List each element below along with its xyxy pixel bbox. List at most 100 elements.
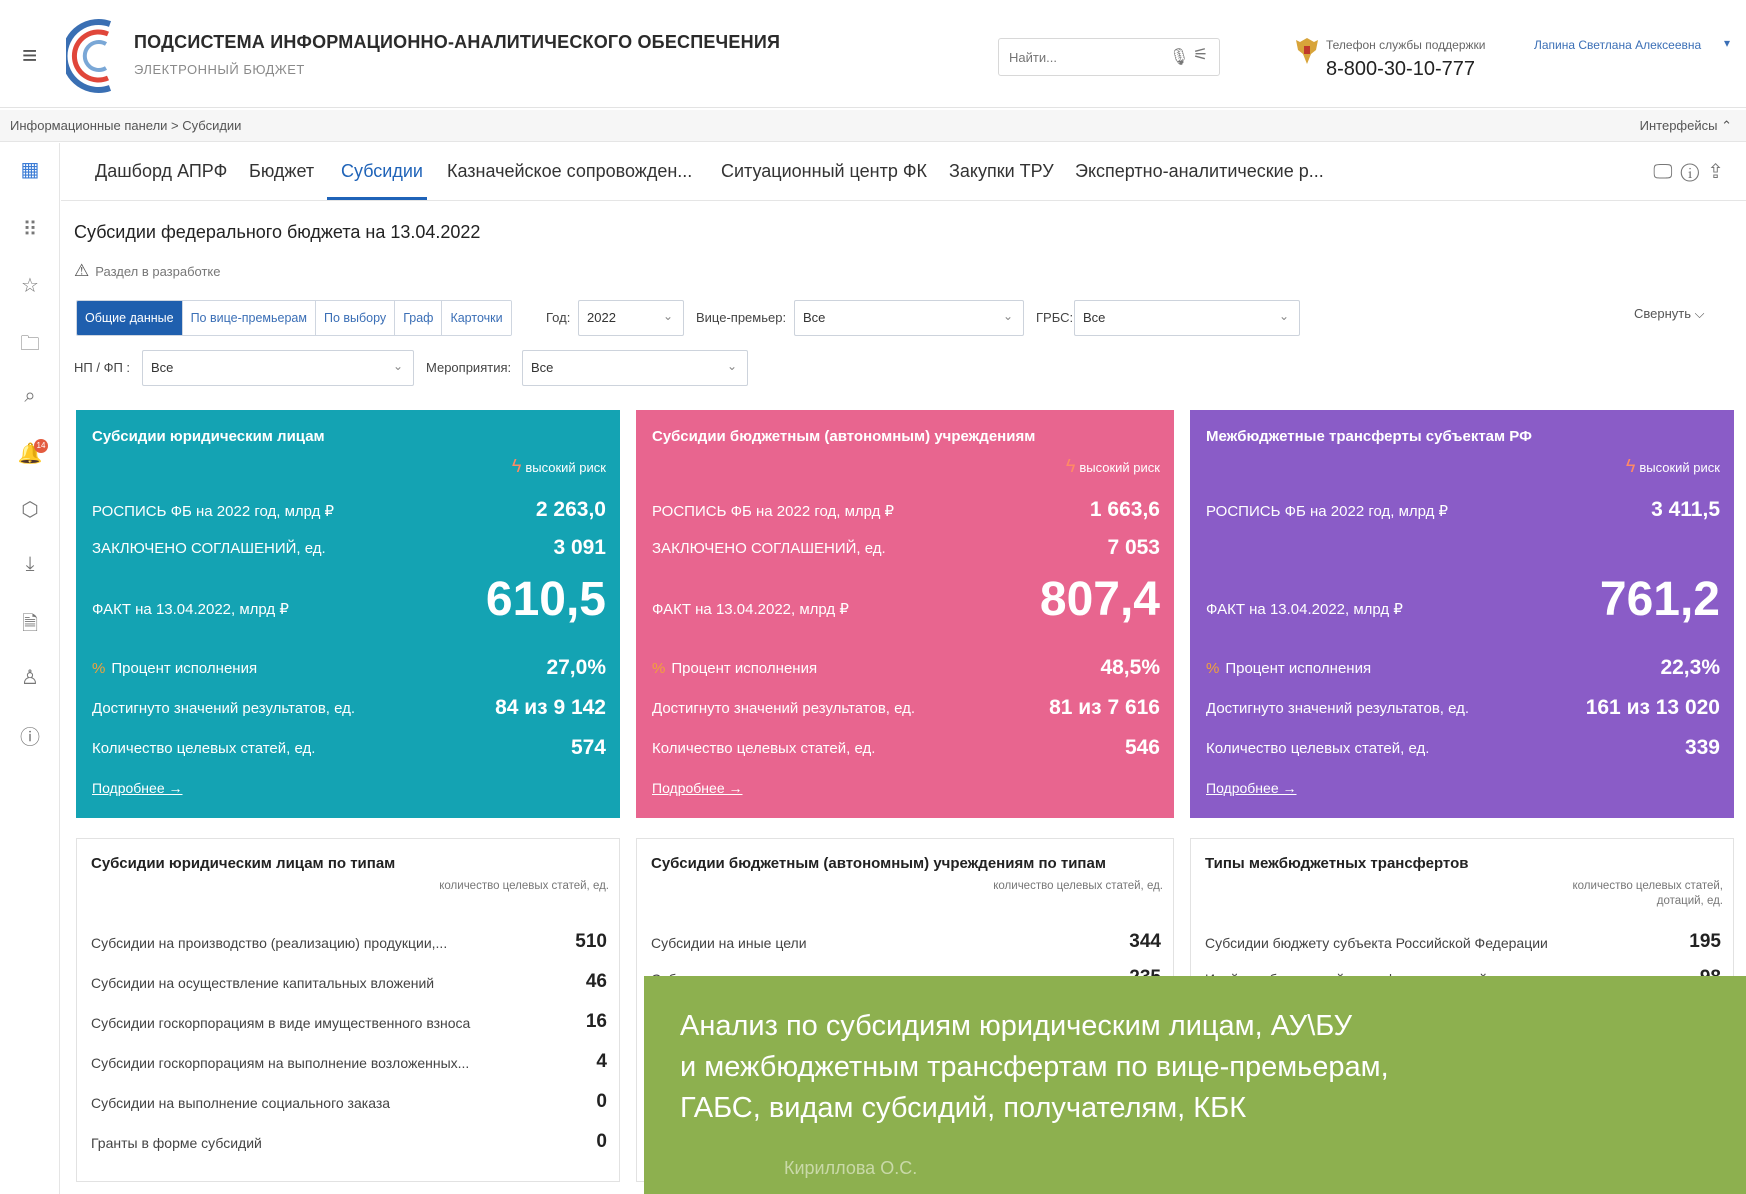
- view-cards[interactable]: Карточки: [442, 301, 511, 335]
- coat-of-arms-icon: [1296, 38, 1318, 64]
- interfaces-toggle[interactable]: Интерфейсы ⌃: [1640, 118, 1732, 134]
- list-item-label: Субсидии на осуществление капитальных вл…: [91, 975, 435, 991]
- search-icon[interactable]: ⌕: [0, 385, 60, 408]
- logo: [66, 19, 112, 93]
- percent-label: Процент исполнения: [671, 660, 818, 677]
- dashboard-icon[interactable]: ▦: [0, 157, 60, 182]
- percent-value: 48,5%: [1100, 656, 1160, 679]
- folder-icon[interactable]: 🗀: [0, 329, 60, 363]
- chevron-down-icon: ⌄: [392, 359, 403, 373]
- tab-procurement[interactable]: Закупки ТРУ: [949, 161, 1054, 182]
- risk-badge: ϟ высокий риск: [1066, 456, 1160, 477]
- np-fp-label: НП / ФП :: [74, 360, 131, 375]
- list-item-value: 0: [596, 1091, 607, 1112]
- list-item-value: 16: [585, 1011, 607, 1032]
- fact-value: 761,2: [1599, 573, 1720, 626]
- chevron-circle-icon: ⌵: [1694, 306, 1705, 321]
- vice-premier-value: Все: [803, 310, 826, 325]
- info-icon[interactable]: ⓘ: [0, 721, 60, 750]
- view-by-vice-premier[interactable]: По вице-премьерам: [182, 301, 316, 335]
- chevron-down-icon[interactable]: ▾: [1724, 36, 1730, 50]
- articles-label: Количество целевых статей, ед.: [1206, 740, 1430, 757]
- plan-label: РОСПИСЬ ФБ на 2022 год, млрд ₽: [1206, 503, 1449, 520]
- percent-row: % Процент исполнения: [652, 660, 817, 677]
- articles-value: 546: [1124, 736, 1160, 759]
- grbs-value: Все: [1083, 310, 1106, 325]
- vice-premier-label: Вице-премьер:: [696, 310, 787, 325]
- list-item-label: Субсидии госкорпорациям в виде имуществе…: [91, 1015, 471, 1031]
- tab-subsidies[interactable]: Субсидии: [341, 161, 423, 182]
- caption-author: Кириллова О.С.: [784, 1158, 918, 1178]
- articles-label: Количество целевых статей, ед.: [652, 740, 876, 757]
- more-link[interactable]: Подробнее →: [652, 780, 743, 796]
- notifications-icon[interactable]: 🔔: [0, 441, 60, 466]
- list-item-value: 46: [585, 971, 607, 992]
- more-link[interactable]: Подробнее →: [92, 780, 183, 796]
- lightning-icon: ϟ: [1065, 456, 1076, 476]
- tab-budget[interactable]: Бюджет: [249, 161, 314, 182]
- panel-legal-entities-by-type: Субсидии юридическим лицам по типам коли…: [76, 838, 620, 1182]
- cube-icon[interactable]: ⬡: [0, 497, 60, 522]
- list-item-label: Субсидии госкорпорациям на выполнение во…: [91, 1055, 470, 1071]
- np-fp-select[interactable]: Все ⌄: [142, 350, 414, 386]
- view-switcher: Общие данные По вице-премьерам По выбору…: [76, 300, 512, 336]
- risk-text: высокий риск: [525, 460, 606, 475]
- download-icon[interactable]: ⤓: [0, 553, 60, 576]
- list-item-value: 510: [575, 931, 607, 952]
- collapse-button[interactable]: Свернуть ⌵: [1634, 306, 1705, 322]
- vice-premier-select[interactable]: Все ⌄: [794, 300, 1024, 336]
- star-icon[interactable]: ☆: [0, 273, 60, 298]
- tab-treasury[interactable]: Казначейское сопровожден...: [447, 161, 692, 182]
- tabs-bar: Дашборд АПРФ Бюджет Субсидии Казначейско…: [61, 143, 1746, 201]
- info-circle-icon[interactable]: ⓘ: [1681, 161, 1708, 183]
- results-label: Достигнуто значений результатов, ед.: [1206, 700, 1470, 717]
- reports-icon[interactable]: 🗎: [0, 609, 60, 643]
- plan-value: 1 663,6: [1089, 498, 1160, 521]
- breadcrumb-bar: Информационные панели > Субсидии Интерфе…: [0, 110, 1746, 142]
- events-select[interactable]: Все ⌄: [522, 350, 748, 386]
- more-link[interactable]: Подробнее →: [1206, 780, 1297, 796]
- year-select[interactable]: 2022 ⌄: [578, 300, 684, 336]
- risk-text: высокий риск: [1639, 460, 1720, 475]
- list-item-label: Субсидии на выполнение социального заказ…: [91, 1095, 391, 1111]
- lightning-icon: ϟ: [511, 456, 522, 476]
- breadcrumb[interactable]: Информационные панели > Субсидии: [10, 118, 241, 133]
- chevron-down-icon: ⌄: [1278, 309, 1289, 323]
- hamburger-icon[interactable]: ≡: [22, 40, 37, 71]
- page-title: Субсидии федерального бюджета на 13.04.2…: [74, 222, 481, 242]
- chevron-down-icon: ⌄: [726, 359, 737, 373]
- fact-label: ФАКТ на 13.04.2022, млрд ₽: [652, 601, 849, 618]
- percent-icon: %: [92, 660, 106, 677]
- microphone-icon[interactable]: 🎙: [1169, 47, 1189, 67]
- view-general[interactable]: Общие данные: [77, 301, 183, 335]
- results-value: 81 из 7 616: [1049, 696, 1160, 719]
- grbs-label: ГРБС:: [1036, 310, 1074, 325]
- user-icon[interactable]: ♙: [0, 665, 60, 690]
- tab-situation-center[interactable]: Ситуационный центр ФК: [721, 161, 927, 182]
- risk-badge: ϟ высокий риск: [1626, 456, 1720, 477]
- monitor-icon[interactable]: 🖵: [1653, 161, 1680, 183]
- percent-label: Процент исполнения: [111, 660, 258, 677]
- tab-expert-analytics[interactable]: Экспертно-аналитические р...: [1075, 161, 1324, 182]
- caption-overlay: Анализ по субсидиям юридическим лицам, А…: [644, 976, 1746, 1194]
- search-input[interactable]: [1009, 47, 1149, 67]
- tab-dashboard-aprf[interactable]: Дашборд АПРФ: [95, 161, 227, 182]
- apps-grid-icon[interactable]: ⠿: [0, 217, 60, 242]
- interfaces-label: Интерфейсы: [1639, 118, 1718, 133]
- events-value: Все: [531, 360, 554, 375]
- articles-value: 339: [1684, 736, 1720, 759]
- grbs-select[interactable]: Все ⌄: [1074, 300, 1300, 336]
- fact-label: ФАКТ на 13.04.2022, млрд ₽: [92, 601, 289, 618]
- user-menu[interactable]: Лапина Светлана Алексеевна: [1534, 38, 1701, 52]
- view-by-choice[interactable]: По выбору: [315, 301, 396, 335]
- share-icon[interactable]: ⇪: [1707, 161, 1732, 183]
- warning-text: Раздел в разработке: [95, 264, 221, 279]
- np-fp-value: Все: [151, 360, 174, 375]
- year-value: 2022: [587, 310, 616, 325]
- active-tab-indicator: [327, 197, 427, 200]
- filter-settings-icon[interactable]: ⚟: [1193, 45, 1208, 65]
- view-graph[interactable]: Граф: [395, 301, 443, 335]
- kpi-card-interbudget-transfers: Межбюджетные трансферты субъектам РФ ϟ вы…: [1190, 410, 1734, 818]
- search-box[interactable]: 🎙 ⚟: [998, 38, 1220, 76]
- chevron-up-icon: ⌃: [1721, 118, 1732, 133]
